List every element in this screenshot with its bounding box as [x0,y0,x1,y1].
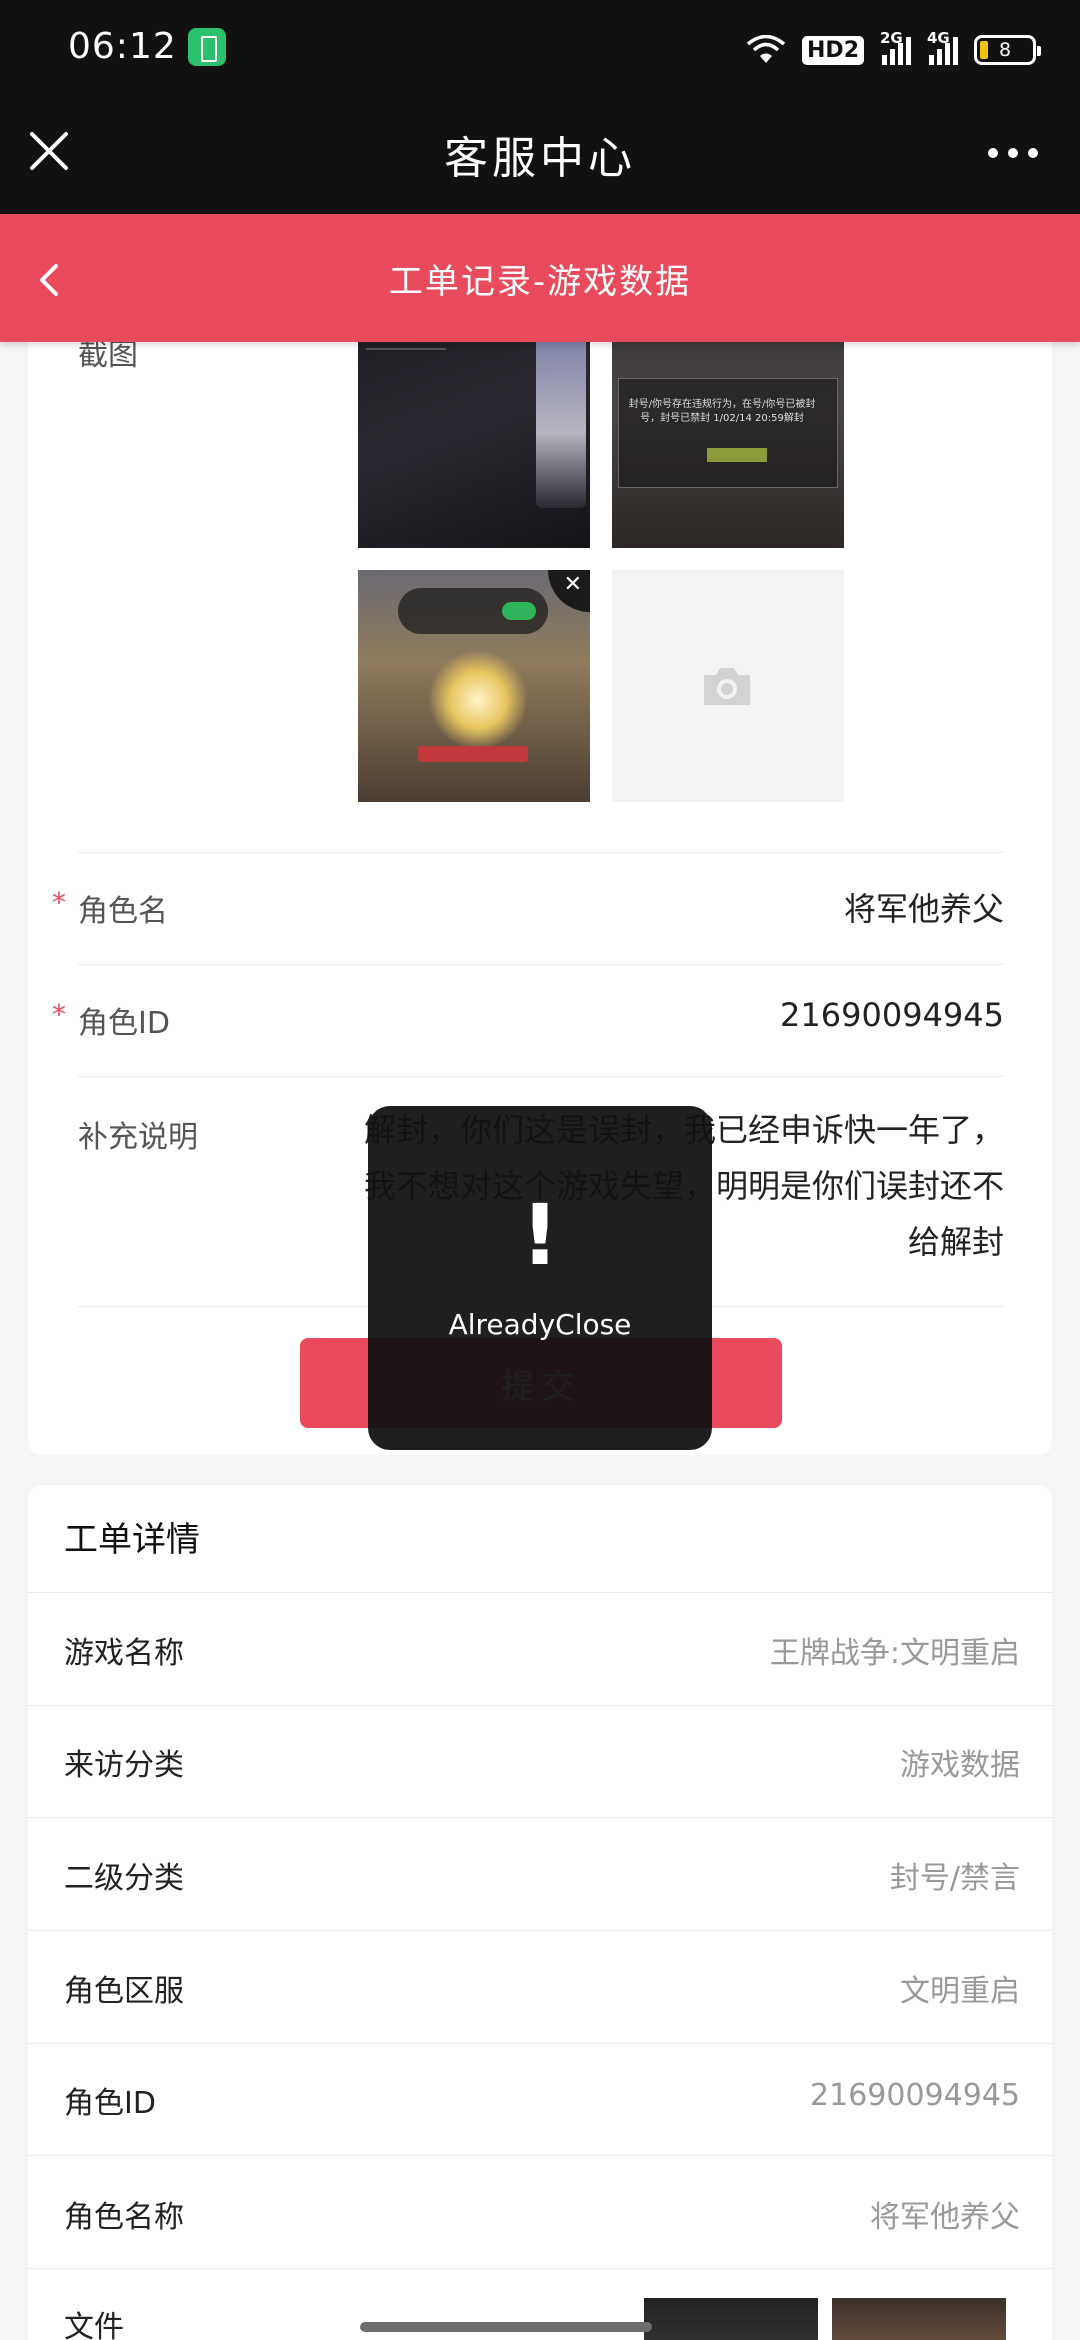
role-name-field[interactable]: 将军他养父 [844,884,1004,930]
app-title: 客服中心 [444,133,636,184]
remove-image-icon[interactable]: ✕ [548,570,590,612]
divider [28,2043,1052,2044]
divider [78,964,1004,965]
detail-label-files: 文件 [64,2310,124,2340]
detail-value-server: 文明重启 [900,1974,1020,2009]
attached-file-thumbnail[interactable] [832,2298,1006,2340]
note-label: 补充说明 [78,1120,198,1155]
detail-label-role-id: 角色ID [64,2086,156,2121]
detail-value-subcategory: 封号/禁言 [889,1861,1020,1896]
screenshot-thumbnail-1[interactable] [358,318,590,548]
required-mark: * [52,886,66,919]
character-figure [536,318,586,508]
divider [28,2268,1052,2269]
role-id-label: 角色ID [78,1006,170,1041]
detail-label-subcategory: 二级分类 [64,1861,184,1896]
signal-icon-1: 2G [880,29,911,65]
signal-icon-2: 4G [927,29,958,65]
wifi-icon [746,34,786,65]
thumbnail-2-text: 封号/你号存在违规行为，在号/你号已被封号，封号已禁封 1/02/14 20:5… [628,399,816,424]
app-bar: 客服中心 [0,100,1080,214]
hd-voice-badge: HD2 [802,35,864,65]
detail-label-role-name: 角色名称 [64,2200,184,2235]
add-image-button[interactable] [612,570,844,802]
divider [78,852,1004,853]
camera-icon [700,665,754,707]
required-mark: * [52,998,66,1031]
attached-file-thumbnail[interactable] [644,2298,818,2340]
status-bar: 06:12 HD2 2G 4G 8 [0,0,1080,100]
toast-message: AlreadyClose [448,1308,632,1341]
status-icons: HD2 2G 4G 8 [746,29,1041,70]
role-id-field[interactable]: 21690094945 [780,996,1004,1034]
more-options-icon[interactable] [988,148,1038,158]
divider [28,1592,1052,1593]
detail-label-game-name: 游戏名称 [64,1636,184,1671]
battery-icon: 8 [974,35,1041,65]
signal-label-2: 4G [927,29,950,47]
detail-label-visit-category: 来访分类 [64,1748,184,1783]
toast-dialog: ! AlreadyClose [368,1106,712,1450]
detail-value-visit-category: 游戏数据 [900,1748,1020,1783]
page-title: 工单记录-游戏数据 [388,262,692,302]
divider [28,1930,1052,1931]
detail-label-server: 角色区服 [64,1974,184,2009]
page-header: 工单记录-游戏数据 [0,214,1080,342]
clock: 06:12 [68,26,177,67]
divider [28,2155,1052,2156]
screenshot-thumbnail-2[interactable]: 封号/你号存在违规行为，在号/你号已被封号，封号已禁封 1/02/14 20:5… [612,318,844,548]
battery-saver-icon [188,28,226,66]
divider [28,1705,1052,1706]
detail-value-game-name: 王牌战争:文明重启 [769,1636,1020,1671]
battery-level: 8 [998,39,1012,61]
dialog-panel [618,378,838,488]
details-title: 工单详情 [64,1520,200,1560]
home-indicator[interactable] [360,2322,652,2332]
detail-value-role-id: 21690094945 [810,2078,1020,2113]
signal-label-1: 2G [880,29,903,47]
divider [28,1817,1052,1818]
divider [78,1076,1004,1077]
role-name-label: 角色名 [78,894,168,929]
detail-value-role-name: 将军他养父 [870,2200,1020,2235]
exclamation-icon: ! [520,1186,560,1284]
screenshot-thumbnail-3[interactable]: ✕ [358,570,590,802]
